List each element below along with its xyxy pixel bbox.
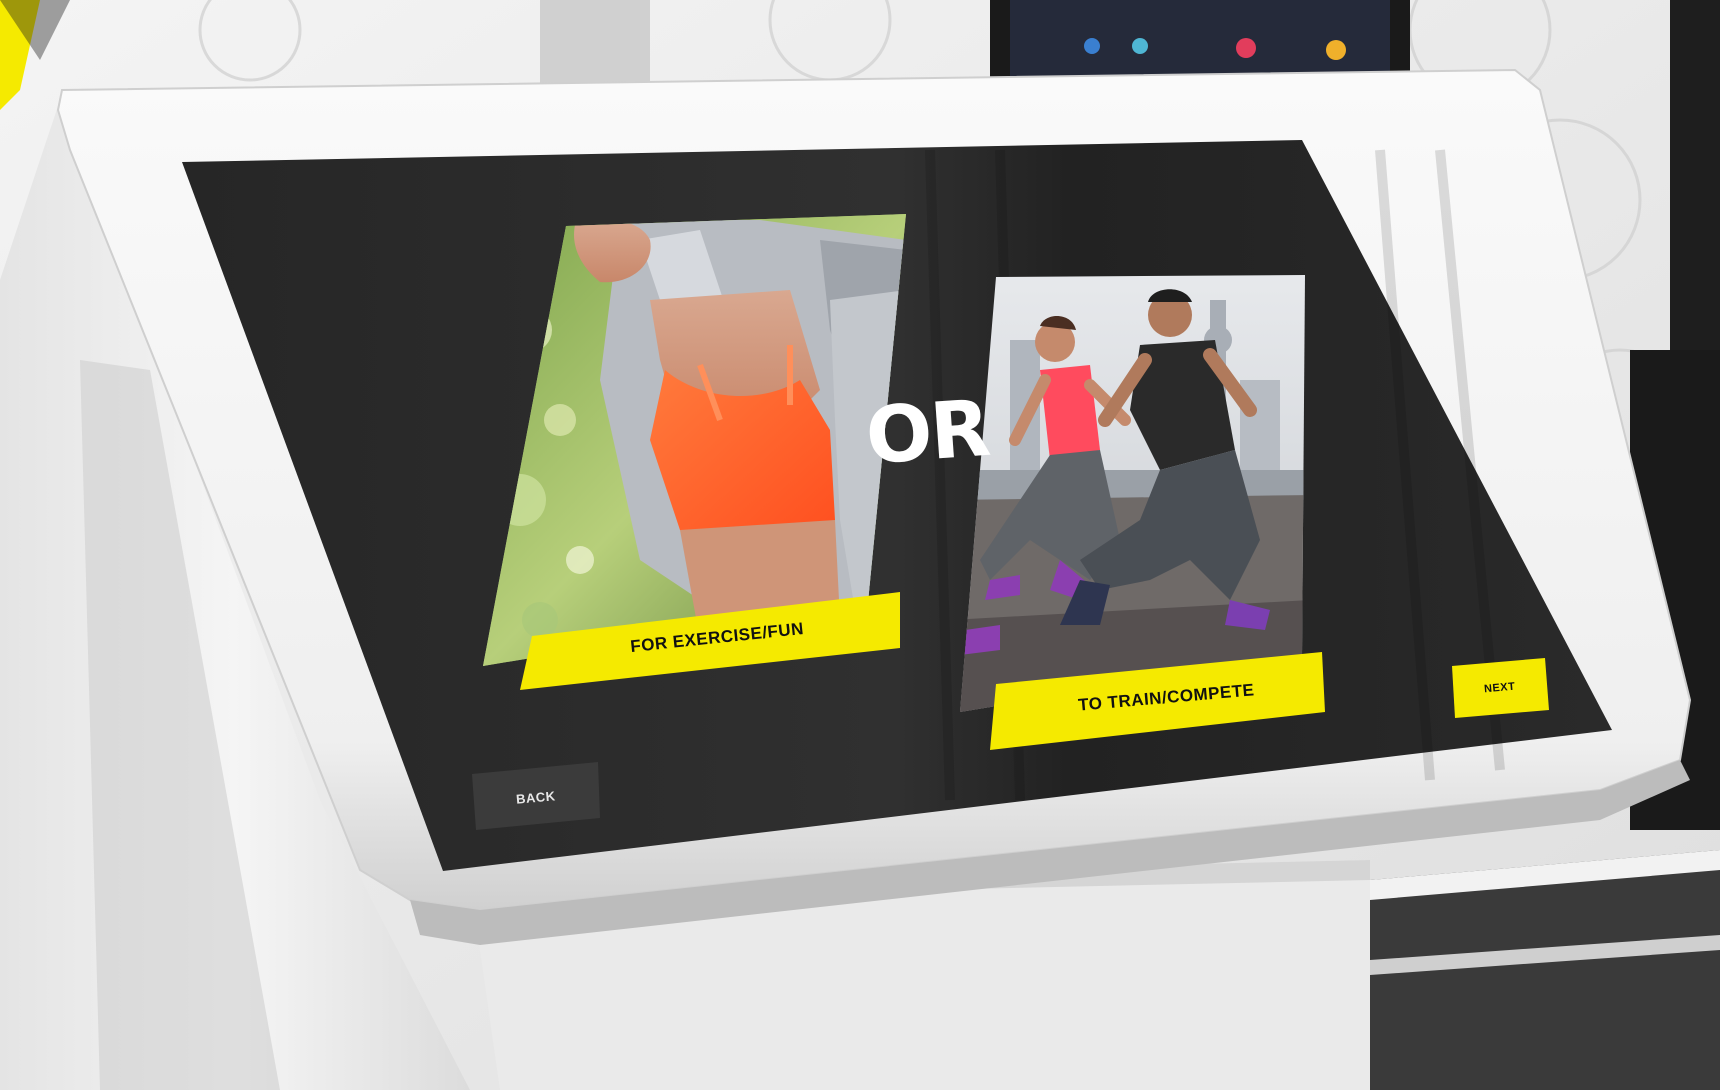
choice-train-compete-button[interactable]: TO TRAIN/COMPETE <box>1077 680 1255 715</box>
or-divider: OR <box>863 383 992 483</box>
back-button[interactable]: BACK <box>515 788 556 806</box>
kiosk-ui: OR FOR EXERCISE/FUN TO TRAIN/COMPETE NEX… <box>0 0 1720 1090</box>
choice-exercise-fun-button[interactable]: FOR EXERCISE/FUN <box>629 619 804 657</box>
next-button[interactable]: NEXT <box>1484 681 1516 696</box>
